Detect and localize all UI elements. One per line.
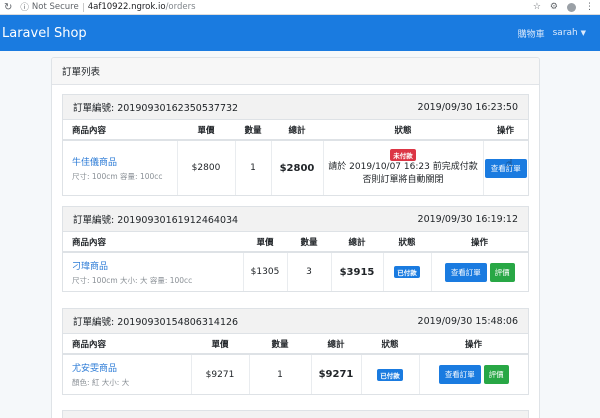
col-price: 單價 (243, 232, 287, 253)
col-total: 總計 (271, 120, 323, 141)
order-number: 訂單編號: 20190930161912464034 (73, 215, 239, 226)
order-header: 訂單編號: 20190930161912464034 2019/09/30 16… (63, 207, 528, 232)
navbar-right: 購物車 sarah ▼ (518, 27, 600, 40)
table-row: 牛佳儀商品 尺寸: 100cm 容量: 100cc $2800 1 $2800 … (63, 140, 528, 195)
view-order-button[interactable]: 查看訂單 (444, 262, 487, 282)
price-cell: $2800 (176, 140, 235, 195)
info-icon: ⓘ (20, 3, 29, 13)
col-qty: 數量 (235, 120, 271, 141)
order-card: 訂單編號: 20190930162350537732 2019/09/30 16… (62, 94, 529, 196)
order-card: 訂單編號: 20190930161912464034 2019/09/30 16… (62, 206, 529, 292)
order-items-table: 商品內容 單價 數量 總計 狀態 操作 刁瑋商品 尺寸: 100cm 大小: 大… (63, 232, 528, 291)
order-header: 訂單編號: 20190930154806314126 2019/09/30 15… (63, 309, 528, 334)
col-price: 單價 (191, 334, 249, 355)
product-cell: 尤安雯商品 顏色: 紅 大小: 大 (63, 354, 191, 394)
table-header-row: 商品內容 單價 數量 總計 狀態 操作 (63, 232, 528, 253)
order-items-table: 商品內容 單價 數量 總計 狀態 操作 尤安雯商品 顏色: 紅 大小: 大 $9… (63, 334, 528, 394)
brand-logo[interactable]: Laravel Shop (0, 26, 87, 41)
browser-nav: ↻ (0, 2, 12, 13)
order-time: 2019/09/30 16:23:50 (417, 101, 518, 113)
col-actions: 操作 (419, 334, 528, 355)
col-total: 總計 (331, 232, 383, 253)
address-bar[interactable]: 4af10922.ngrok.io/orders (88, 2, 196, 12)
status-cell: 已付款 (382, 252, 431, 291)
table-header-row: 商品內容 單價 數量 總計 狀態 操作 (63, 120, 528, 141)
product-cell: 刁瑋商品 尺寸: 100cm 大小: 大 容量: 100cc (63, 252, 243, 291)
table-row: 尤安雯商品 顏色: 紅 大小: 大 $9271 1 $9271 已付款 查看訂單… (63, 354, 528, 394)
col-actions: 操作 (483, 120, 528, 141)
payment-deadline-note: 請於 2019/10/07 16:23 前完成付款 (328, 162, 478, 172)
qty-cell: 3 (286, 252, 331, 291)
col-price: 單價 (177, 120, 235, 141)
col-actions: 操作 (431, 232, 528, 253)
col-status: 狀態 (323, 120, 483, 141)
col-qty: 數量 (249, 334, 311, 355)
actions-cell: 查看訂單 評價 (418, 354, 528, 394)
app-navbar: Laravel Shop 購物車 sarah ▼ (0, 15, 600, 51)
url-host: 4af10922.ngrok.io (87, 2, 166, 12)
review-button[interactable]: 評價 (483, 365, 509, 384)
status-badge: 已付款 (377, 368, 403, 381)
reload-icon[interactable]: ↻ (4, 2, 12, 13)
browser-actions: ☆ ⚙ ⋮ (533, 2, 600, 12)
order-card: 訂單編號: 20190930154806314126 2019/09/30 15… (62, 308, 529, 395)
product-meta: 顏色: 紅 大小: 大 (72, 378, 130, 387)
security-label: Not Secure (31, 2, 79, 12)
status-cell: 已付款 (360, 354, 419, 394)
actions-cell: 查看訂單 評價 (430, 252, 528, 291)
pointer-cursor-icon: ☝ (506, 157, 513, 170)
orders-card: 訂單列表 訂單編號: 20190930162350537732 2019/09/… (51, 57, 540, 418)
status-badge: 已付款 (394, 266, 420, 278)
view-order-button[interactable]: 查看訂單 (438, 365, 481, 384)
price-cell: $1305 (242, 252, 287, 291)
extension-icon[interactable]: ⚙ (550, 2, 558, 12)
user-menu[interactable]: sarah ▼ (553, 28, 586, 38)
order-items-table: 商品內容 單價 數量 總計 狀態 操作 牛佳儀商品 尺寸: 100cm 容量: … (63, 120, 528, 195)
order-time: 2019/09/30 16:19:12 (417, 213, 518, 225)
browser-toolbar: ↻ ⓘ Not Secure 4af10922.ngrok.io/orders … (0, 0, 600, 15)
order-header (63, 411, 528, 418)
order-number: 訂單編號: 20190930162350537732 (73, 103, 239, 114)
url-path: /orders (165, 2, 196, 12)
qty-cell: 1 (234, 140, 271, 195)
product-cell: 牛佳儀商品 尺寸: 100cm 容量: 100cc (63, 140, 177, 195)
col-product: 商品內容 (63, 120, 177, 141)
cart-link[interactable]: 購物車 (518, 27, 545, 40)
col-status: 狀態 (383, 232, 431, 253)
review-button[interactable]: 評價 (489, 262, 515, 282)
total-cell: $2800 (270, 140, 323, 195)
total-cell: $9271 (310, 354, 361, 394)
price-cell: $9271 (190, 354, 249, 394)
bookmark-star-icon[interactable]: ☆ (533, 2, 541, 12)
caret-down-icon: ▼ (580, 29, 586, 37)
url-divider (82, 2, 84, 12)
order-time: 2019/09/30 15:48:06 (417, 315, 518, 327)
col-status: 狀態 (361, 334, 419, 355)
product-name-link[interactable]: 牛佳儀商品 (72, 155, 177, 168)
order-card-partial (62, 410, 529, 418)
col-product: 商品內容 (63, 334, 191, 355)
table-row: 刁瑋商品 尺寸: 100cm 大小: 大 容量: 100cc $1305 3 $… (63, 252, 528, 291)
security-indicator[interactable]: ⓘ Not Secure (20, 1, 78, 13)
menu-kebab-icon[interactable]: ⋮ (585, 2, 594, 12)
qty-cell: 1 (248, 354, 311, 394)
user-name: sarah (552, 28, 578, 38)
auto-close-note: 否則訂單將自動關閉 (362, 175, 444, 185)
product-meta: 尺寸: 100cm 容量: 100cc (72, 171, 163, 181)
col-product: 商品內容 (63, 232, 243, 253)
status-cell: 未付款 請於 2019/10/07 16:23 前完成付款 否則訂單將自動關閉 (322, 140, 483, 195)
col-qty: 數量 (287, 232, 331, 253)
product-name-link[interactable]: 刁瑋商品 (72, 259, 243, 272)
col-total: 總計 (311, 334, 361, 355)
status-badge: 未付款 (390, 149, 416, 161)
order-header: 訂單編號: 20190930162350537732 2019/09/30 16… (63, 95, 528, 120)
profile-avatar[interactable] (567, 2, 576, 12)
page-title: 訂單列表 (52, 58, 539, 85)
table-header-row: 商品內容 單價 數量 總計 狀態 操作 (63, 334, 528, 355)
product-name-link[interactable]: 尤安雯商品 (72, 361, 191, 374)
order-number: 訂單編號: 20190930154806314126 (73, 317, 239, 328)
product-meta: 尺寸: 100cm 大小: 大 容量: 100cc (72, 275, 193, 285)
total-cell: $3915 (330, 252, 383, 291)
